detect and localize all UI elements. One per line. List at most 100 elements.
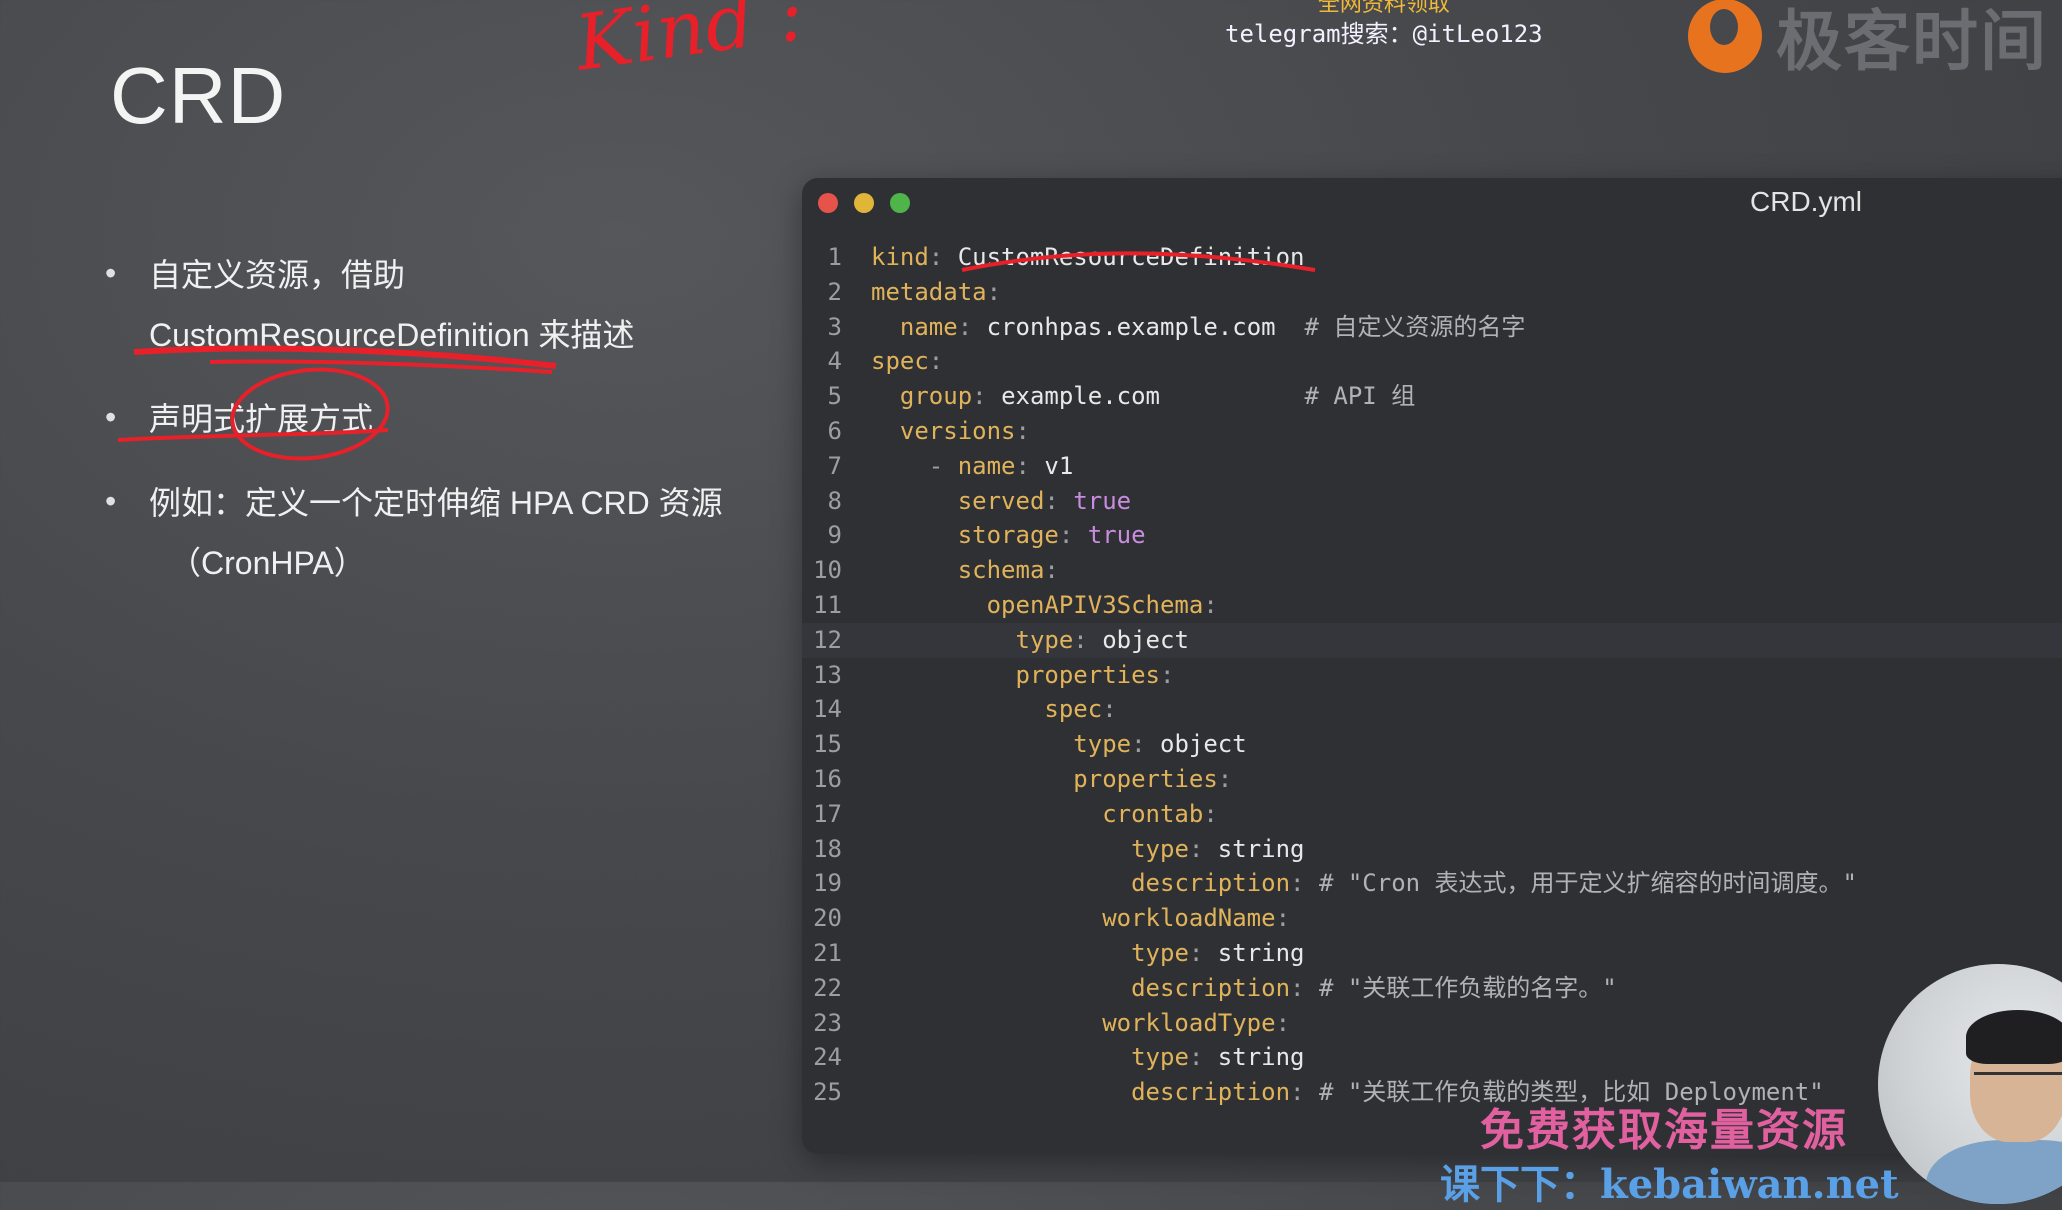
yaml-value: object — [1102, 625, 1189, 654]
line-number: 19 — [813, 869, 842, 898]
yaml-key: properties — [1015, 660, 1161, 689]
yaml-colon: : — [1290, 869, 1305, 898]
code-area[interactable]: 1 kind: CustomResourceDefinition 2 metadata… — [802, 240, 2062, 1110]
line-number: 15 — [813, 730, 842, 759]
line-number: 1 — [827, 243, 842, 271]
yaml-key: versions — [899, 416, 1016, 445]
code-line: 13 properties: — [802, 658, 2062, 693]
code-content: type: object — [871, 623, 1189, 658]
yaml-key: description — [1131, 869, 1291, 898]
handwritten-kind-text: Kind : — [568, 0, 809, 88]
code-content: storage: true — [871, 518, 1146, 553]
yaml-colon: : — [1290, 1078, 1305, 1107]
code-line: 7 - name: v1 — [802, 449, 2062, 484]
yaml-key: description — [1131, 973, 1291, 1002]
code-content: type: string — [871, 936, 1304, 971]
line-number: 17 — [813, 799, 842, 828]
yaml-boolean: true — [1087, 521, 1146, 550]
yaml-colon: : — [957, 312, 973, 341]
yaml-key: metadata — [871, 277, 987, 306]
watermark-bottom: 免费获取海量资源 — [1480, 1105, 1848, 1156]
yaml-comment: # "Cron 表达式，用于定义扩缩容的时间调度。" — [1304, 869, 1857, 898]
line-number: 5 — [827, 382, 842, 411]
avatar-glasses — [1974, 1072, 2062, 1095]
yaml-comment: # "关联工作负载的名字。" — [1304, 973, 1617, 1002]
code-content: versions: — [871, 414, 1030, 449]
code-content: metadata: — [871, 275, 1001, 310]
yaml-colon: : — [1044, 486, 1059, 515]
yaml-value: example.com — [1001, 382, 1161, 411]
yaml-key: spec — [871, 347, 929, 376]
line-number: 13 — [813, 660, 842, 689]
code-content: schema: — [871, 553, 1059, 588]
bullet-text-suffix: 来描述 — [529, 317, 635, 353]
yaml-value: string — [1217, 834, 1305, 863]
yaml-colon: : — [928, 243, 944, 271]
code-line: 14 spec: — [802, 692, 2062, 727]
yaml-colon: : — [1275, 1008, 1291, 1037]
bullet-text: 声明式扩展方式 — [149, 401, 374, 437]
yaml-value: CustomResourceDefinition — [957, 243, 1305, 271]
code-line: 12 type: object — [802, 622, 2062, 658]
brand-logo-area: 极客时间 — [1688, 0, 2048, 84]
code-indent: - — [871, 451, 958, 480]
yaml-colon: : — [972, 382, 987, 411]
watermark-telegram: telegram搜索：@itLeo123 — [1225, 20, 1543, 48]
code-content: crontab: — [871, 797, 1218, 832]
code-content: served: true — [871, 484, 1131, 519]
code-line: 17 crontab: — [802, 797, 2062, 832]
code-content: properties: — [871, 762, 1232, 797]
watermark-top: 全网资料领取 telegram搜索：@itLeo123 — [1225, 0, 1543, 49]
yaml-value: cronhpas.example.com — [986, 312, 1276, 341]
line-number: 12 — [813, 625, 842, 654]
line-number: 24 — [813, 1043, 842, 1072]
yaml-colon: : — [1188, 834, 1204, 863]
code-line: 22 description: # "关联工作负载的名字。" — [802, 971, 2062, 1006]
code-line: 20 workloadName: — [802, 901, 2062, 936]
yaml-colon: : — [1188, 938, 1204, 967]
slide-title: CRD — [110, 51, 287, 140]
yaml-key: workloadType — [1102, 1008, 1276, 1037]
line-number: 14 — [813, 695, 842, 724]
yaml-key: served — [957, 486, 1045, 515]
yaml-colon: : — [1102, 695, 1117, 724]
yaml-key: group — [899, 382, 973, 411]
yaml-colon: : — [1044, 556, 1059, 585]
line-number: 20 — [813, 904, 842, 933]
code-line: 5 group: example.com # API 组 — [802, 379, 2062, 414]
line-number: 18 — [813, 834, 842, 863]
line-number: 3 — [827, 312, 842, 341]
code-line: 4 spec: — [802, 344, 2062, 379]
code-content: - name: v1 — [871, 449, 1074, 484]
code-content: type: object — [871, 727, 1246, 762]
code-line: 24 type: string — [802, 1040, 2062, 1075]
yaml-comment: # 自定义资源的名字 — [1275, 312, 1526, 341]
yaml-value: string — [1217, 1043, 1305, 1072]
yaml-colon: : — [1217, 764, 1233, 793]
code-content: name: cronhpas.example.com # 自定义资源的名字 — [871, 310, 1525, 345]
code-line: 23 workloadType: — [802, 1006, 2062, 1041]
line-number: 23 — [813, 1008, 842, 1037]
yaml-colon: : — [1073, 625, 1088, 654]
code-line: 9 storage: true — [802, 518, 2062, 553]
yaml-key: schema — [957, 556, 1045, 585]
line-number: 8 — [827, 486, 842, 515]
yaml-colon: : — [1275, 904, 1291, 933]
code-content: type: string — [871, 1040, 1305, 1075]
avatar-hair — [1966, 1010, 2062, 1064]
yaml-key: type — [1131, 938, 1189, 967]
line-number: 7 — [827, 451, 842, 480]
yaml-colon: : — [1015, 416, 1030, 445]
code-line: 21 type: string — [802, 936, 2062, 971]
